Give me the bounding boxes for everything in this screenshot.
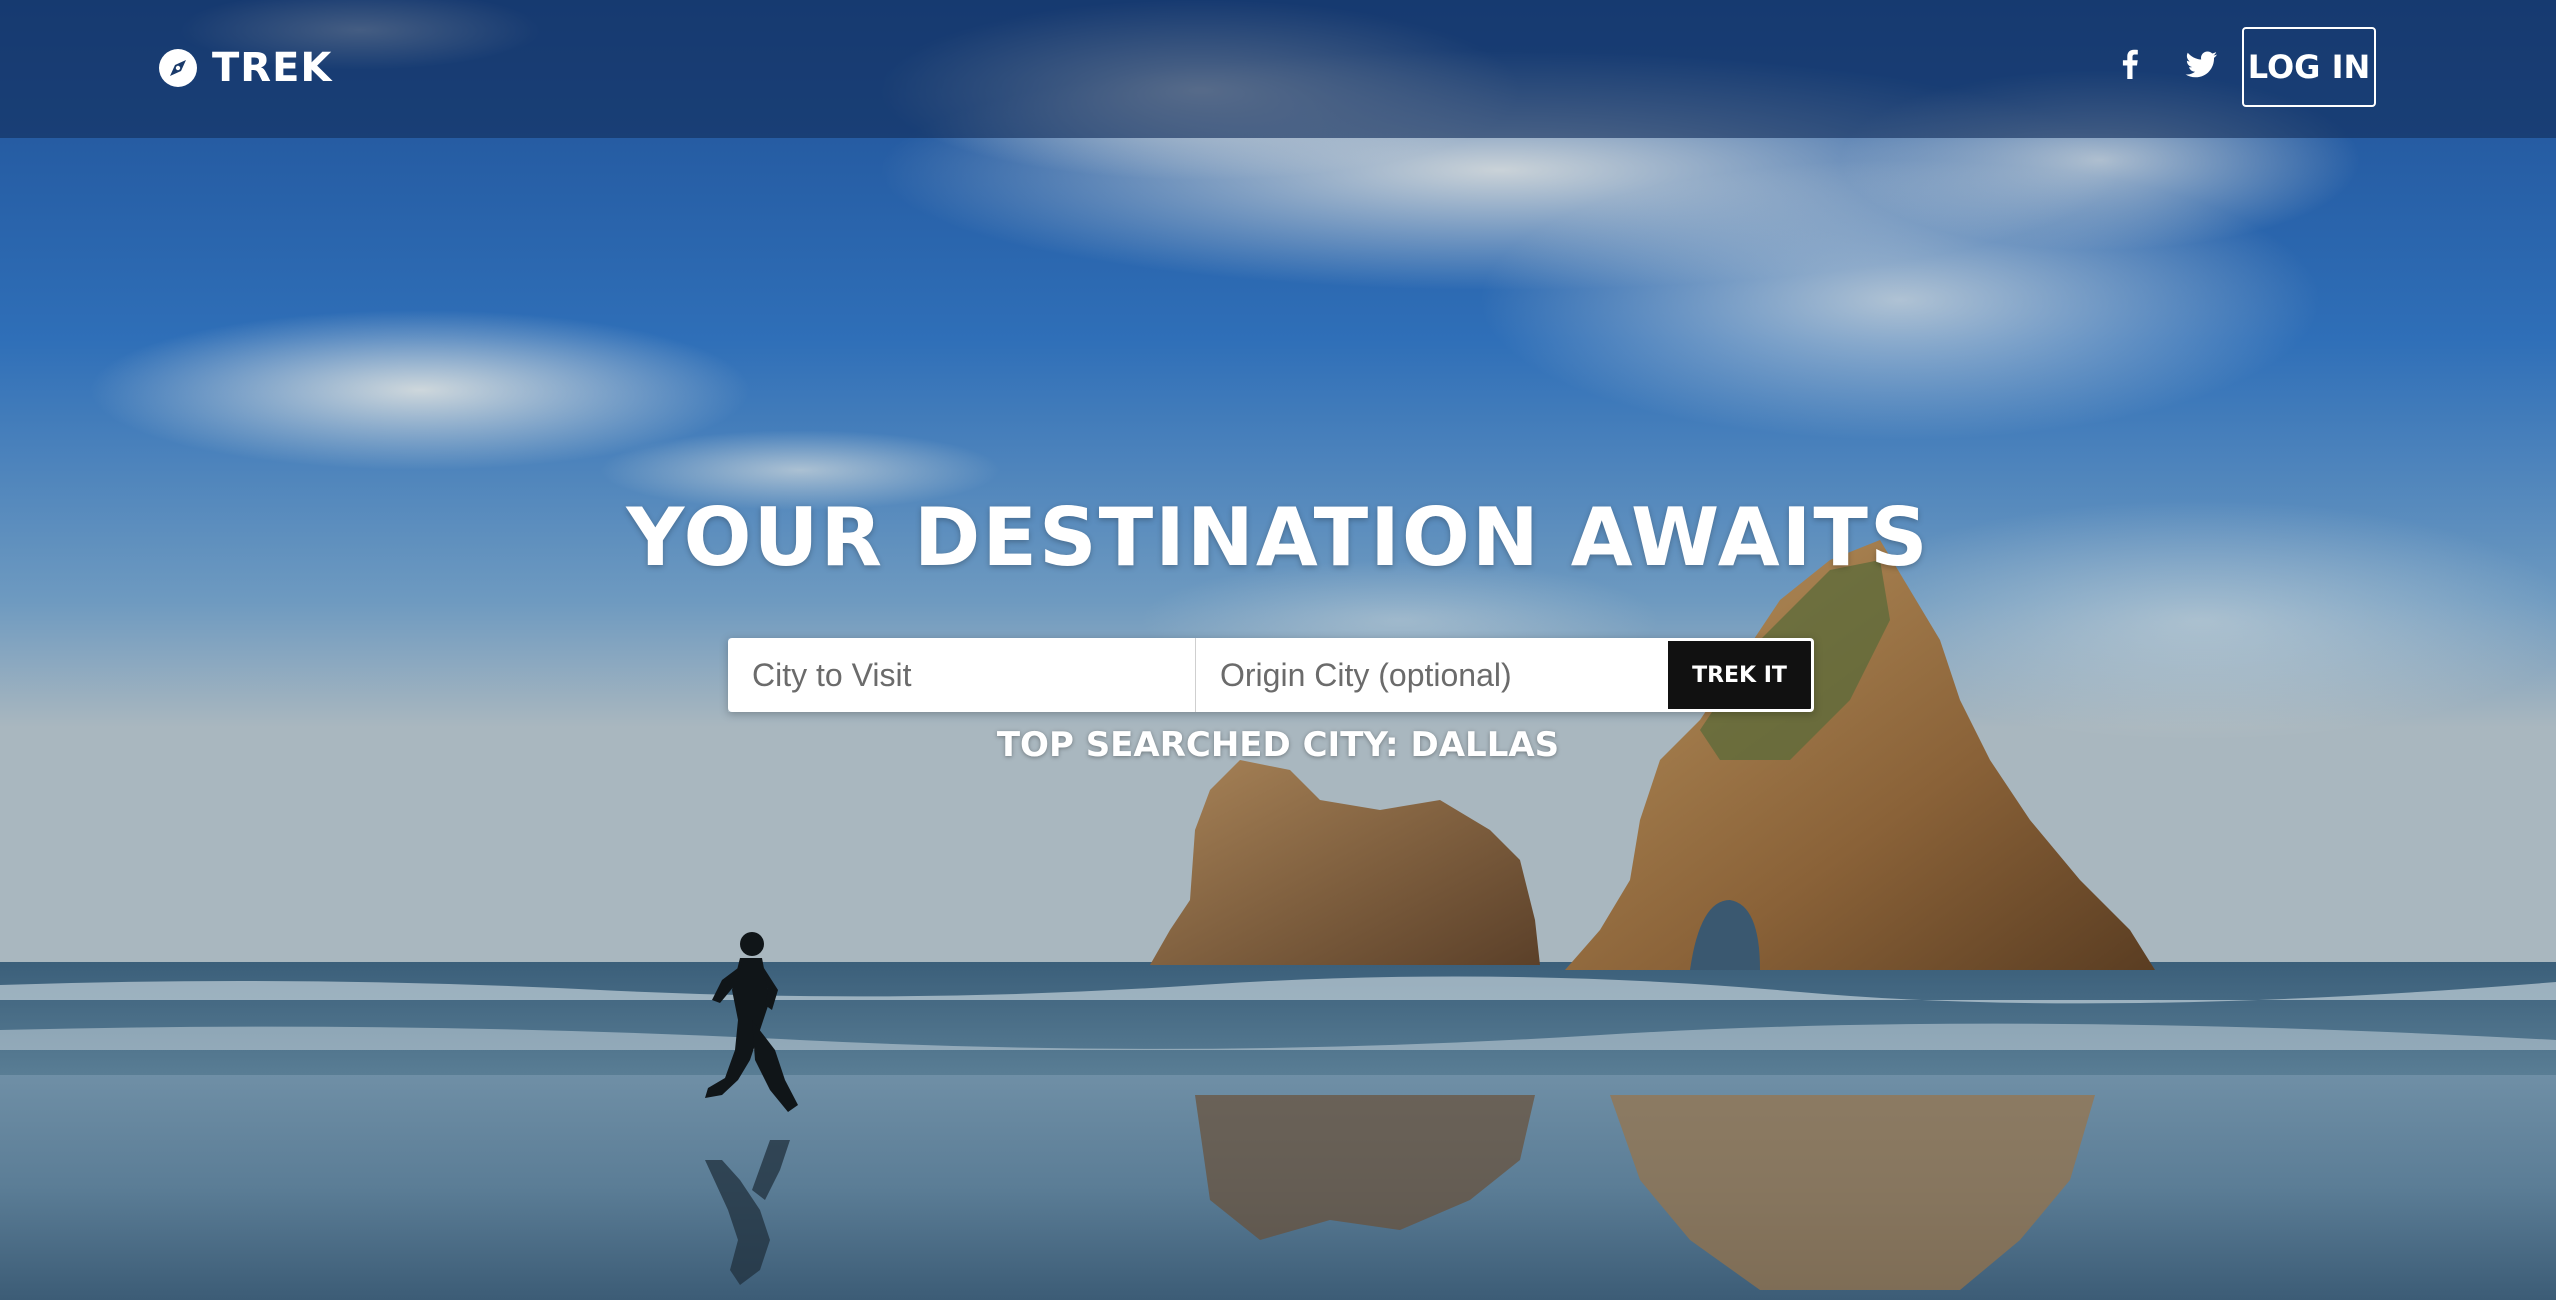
top-navbar: TREK LOG IN [0,0,2556,138]
brand-logo[interactable]: TREK [158,40,332,96]
search-form: TREK IT [728,638,1814,712]
login-button[interactable]: LOG IN [2242,27,2376,107]
landing-page: TREK LOG IN YOUR DESTINATION AWAITS TREK… [0,0,2556,1300]
hero-title: YOUR DESTINATION AWAITS [626,491,1930,584]
top-searched-city: TOP SEARCHED CITY: DALLAS [996,725,1560,765]
trek-it-button[interactable]: TREK IT [1665,638,1814,712]
compass-icon [159,49,197,87]
origin-city-input[interactable] [1196,638,1665,712]
brand-name: TREK [212,45,333,91]
twitter-icon[interactable] [2181,44,2221,84]
city-to-visit-input[interactable] [728,638,1196,712]
facebook-icon[interactable] [2110,44,2150,84]
